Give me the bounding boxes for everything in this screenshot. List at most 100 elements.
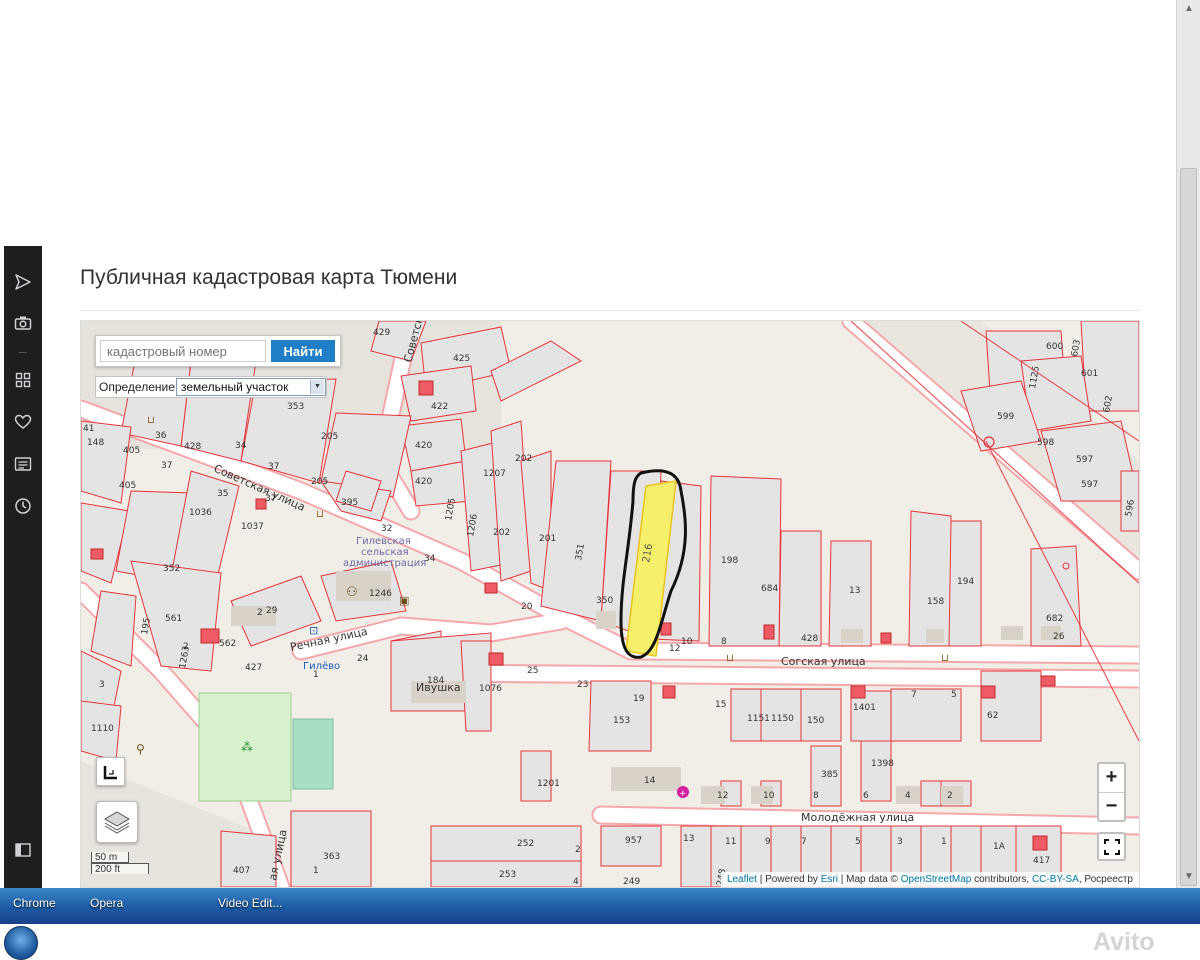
camera-icon[interactable] <box>13 313 33 333</box>
zoom-in-button[interactable]: + <box>1099 764 1124 792</box>
svg-text:405: 405 <box>123 446 140 456</box>
svg-text:62: 62 <box>987 711 998 721</box>
measure-tool-button[interactable] <box>96 757 125 786</box>
svg-text:1А: 1А <box>993 842 1006 852</box>
cadastral-number-input[interactable] <box>100 340 266 362</box>
svg-text:сельская: сельская <box>361 547 409 558</box>
ruler-icon <box>103 765 117 779</box>
license-link[interactable]: CC-BY-SA <box>1032 874 1079 885</box>
svg-text:597: 597 <box>1076 455 1093 465</box>
svg-text:3: 3 <box>99 680 105 690</box>
definition-select[interactable]: земельный участок ▼ <box>176 378 326 396</box>
title-divider <box>80 310 1140 311</box>
svg-text:2: 2 <box>257 608 263 618</box>
svg-text:1: 1 <box>941 837 947 847</box>
svg-text:353: 353 <box>287 402 304 412</box>
dropdown-arrow-icon[interactable]: ▼ <box>310 380 324 394</box>
leaflet-link[interactable]: Leaflet <box>727 874 757 885</box>
taskbar-item-opera[interactable]: Opera <box>90 896 123 910</box>
street-label-molodezhnaya: Молодёжная улица <box>801 811 914 824</box>
heart-icon[interactable] <box>13 412 33 432</box>
scroll-down-arrow-icon[interactable]: ▼ <box>1177 868 1200 886</box>
svg-text:23: 23 <box>577 680 588 690</box>
speed-dial-icon[interactable] <box>13 370 33 390</box>
svg-text:150: 150 <box>807 716 824 726</box>
scroll-thumb[interactable] <box>1180 168 1197 886</box>
bus-stop-icon: ⊡ <box>309 624 318 637</box>
definition-selected-value: земельный участок <box>181 380 289 394</box>
map-canvas[interactable]: ⁂ 216 Советская улица Речная улица Согск… <box>81 321 1139 887</box>
svg-text:153: 153 <box>613 716 630 726</box>
taskbar-item-chrome[interactable]: Chrome <box>13 896 56 910</box>
taskbar-strip: Chrome Opera Video Edit... <box>0 888 1200 924</box>
scale-metric: 50 m <box>91 852 129 863</box>
definition-control: Определение: земельный участок ▼ <box>95 376 327 398</box>
page-title: Публичная кадастровая карта Тюмени <box>80 266 458 289</box>
svg-text:1150: 1150 <box>771 714 794 724</box>
post-icon: ▣ <box>399 594 409 607</box>
esri-link[interactable]: Esri <box>821 874 838 885</box>
sidebar-toggle-icon[interactable] <box>13 840 33 860</box>
svg-text:428: 428 <box>801 634 818 644</box>
svg-text:429: 429 <box>373 328 390 338</box>
browser-sidebar <box>4 246 42 888</box>
svg-text:3: 3 <box>897 837 903 847</box>
svg-text:2: 2 <box>575 845 581 855</box>
svg-text:20: 20 <box>521 602 533 612</box>
svg-text:7: 7 <box>801 837 807 847</box>
news-icon[interactable] <box>13 454 33 474</box>
send-icon[interactable] <box>13 272 33 292</box>
cadastral-map[interactable]: ⁂ 216 Советская улица Речная улица Согск… <box>80 320 1140 888</box>
browser-scrollbar[interactable]: ▲ ▼ <box>1176 0 1200 888</box>
svg-text:32: 32 <box>381 524 392 534</box>
attribution-text: | Map data © <box>837 874 901 885</box>
svg-text:10: 10 <box>763 791 775 801</box>
history-clock-icon[interactable] <box>13 496 33 516</box>
layers-button[interactable] <box>96 801 138 843</box>
taskbar-item-video-editor[interactable]: Video Edit... <box>218 896 283 910</box>
svg-text:5: 5 <box>855 837 861 847</box>
search-control: Найти <box>95 335 341 367</box>
svg-text:202: 202 <box>515 454 532 464</box>
svg-text:363: 363 <box>323 852 340 862</box>
svg-text:19: 19 <box>633 694 645 704</box>
zoom-out-button[interactable]: − <box>1099 792 1124 821</box>
os-taskbar: Chrome Opera Video Edit... Avito <box>0 888 1200 960</box>
svg-text:36: 36 <box>155 431 167 441</box>
svg-text:597: 597 <box>1081 480 1098 490</box>
svg-text:405: 405 <box>119 481 136 491</box>
svg-text:34: 34 <box>424 554 436 564</box>
svg-text:1398: 1398 <box>871 759 894 769</box>
osm-link[interactable]: OpenStreetMap <box>901 874 972 885</box>
zoom-control: + − <box>1097 762 1126 822</box>
map-attribution: Leaflet | Powered by Esri | Map data © O… <box>720 872 1139 887</box>
fullscreen-icon <box>1103 838 1120 855</box>
svg-text:13: 13 <box>683 834 694 844</box>
svg-text:1: 1 <box>313 866 319 876</box>
svg-text:9: 9 <box>765 837 771 847</box>
shop-icon: ⊔ <box>147 415 155 426</box>
search-button[interactable]: Найти <box>271 340 335 362</box>
start-button-icon[interactable] <box>4 926 38 960</box>
sports-pitch <box>292 718 334 790</box>
avito-watermark: Avito <box>1093 928 1155 956</box>
svg-text:562: 562 <box>219 639 236 649</box>
svg-text:37: 37 <box>268 462 279 472</box>
svg-text:1401: 1401 <box>853 703 876 713</box>
place-label-admin: Гилевская <box>356 536 411 547</box>
scale-bar: 50 m 200 ft <box>91 852 149 875</box>
svg-text:+: + <box>679 789 687 799</box>
fullscreen-button[interactable] <box>1097 832 1126 861</box>
svg-text:599: 599 <box>997 412 1014 422</box>
sidebar-separator <box>19 352 27 353</box>
svg-text:7: 7 <box>911 690 917 700</box>
svg-text:253: 253 <box>499 870 516 880</box>
svg-text:249: 249 <box>623 877 640 887</box>
svg-text:1036: 1036 <box>189 508 212 518</box>
svg-text:34: 34 <box>235 441 247 451</box>
svg-text:352: 352 <box>163 564 180 574</box>
svg-text:15: 15 <box>715 700 726 710</box>
definition-label: Определение: <box>99 380 179 394</box>
svg-text:4: 4 <box>905 791 911 801</box>
scroll-up-arrow-icon[interactable]: ▲ <box>1177 0 1200 18</box>
